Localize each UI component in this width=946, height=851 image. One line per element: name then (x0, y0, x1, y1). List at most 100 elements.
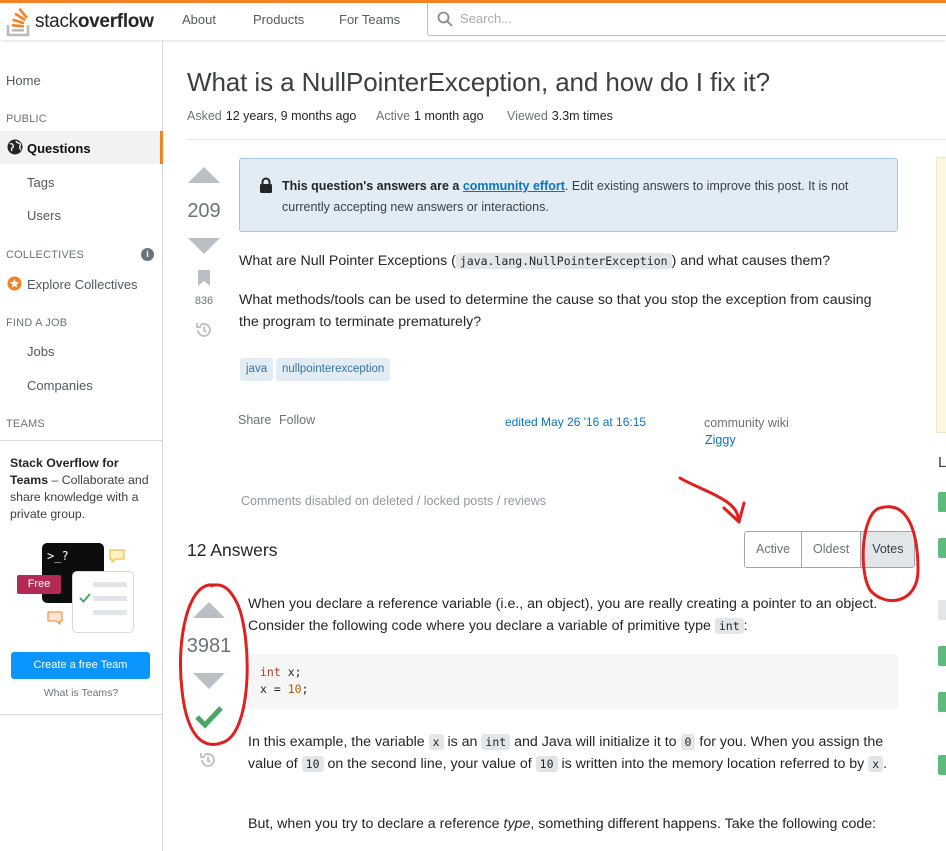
right-sidebar-marker (938, 692, 946, 712)
q-p1-text-a: What are Null Pointer Exceptions ( (239, 253, 456, 269)
stack-logo-icon (6, 7, 30, 36)
a-p2-t6: is written into the memory location refe… (557, 756, 869, 772)
meta-asked-label: Asked (187, 109, 222, 123)
a-p3-t1: But, when you try to declare a reference (248, 816, 504, 832)
sidebar-item-home[interactable]: Home (6, 73, 41, 88)
question-title[interactable]: What is a NullPointerException, and how … (187, 67, 770, 98)
nav-about[interactable]: About (182, 3, 216, 40)
left-sidebar: Home PUBLIC Questions Tags Users COLLECT… (0, 40, 163, 851)
a-p2-c1: x (428, 734, 444, 750)
sidebar-heading-teams: TEAMS (6, 418, 45, 430)
tag-nullpointerexception[interactable]: nullpointerexception (276, 358, 391, 381)
a-p1-text: When you declare a reference variable (i… (248, 596, 878, 634)
code-line-2-post: ; (301, 682, 309, 696)
sidebar-item-tags[interactable]: Tags (27, 175, 54, 190)
wiki-user-link[interactable]: Ziggy (705, 433, 736, 447)
globe-icon (7, 139, 23, 155)
nav-for-teams[interactable]: For Teams (339, 3, 400, 40)
a-p2-c2: int (481, 734, 511, 750)
answer-downvote-button[interactable] (193, 673, 225, 689)
a-p3-emphasis: type (503, 816, 531, 832)
comments-disabled-note: Comments disabled on deleted / locked po… (241, 494, 547, 508)
right-sidebar-marker (938, 492, 946, 512)
check-icon (79, 593, 91, 603)
question-upvote-button[interactable] (188, 167, 220, 183)
a-p1-tail: : (743, 618, 748, 634)
search-placeholder: Search... (460, 11, 513, 26)
sidebar-item-jobs[interactable]: Jobs (27, 344, 54, 359)
question-paragraph-2: What methods/tools can be used to determ… (239, 292, 872, 330)
question-vote-count: 209 (187, 200, 221, 222)
notice-text: This question's answers are a community … (282, 176, 872, 218)
sidebar-heading-public: PUBLIC (6, 113, 47, 125)
bookmark-count: 836 (194, 295, 214, 307)
right-sidebar-heading: L (938, 454, 946, 471)
a-p2-c6: x (868, 756, 884, 772)
community-wiki-label: community wiki (704, 416, 789, 430)
code-line-2: x = 10; (260, 682, 309, 696)
sort-active-button[interactable]: Active (745, 532, 803, 567)
meta-active: Active 1 month ago (376, 109, 484, 123)
search-input[interactable]: Search... (427, 3, 946, 36)
code-number: 10 (287, 682, 302, 696)
bookmark-icon[interactable] (197, 270, 211, 286)
share-link[interactable]: Share (238, 413, 271, 427)
follow-link[interactable]: Follow (279, 413, 315, 427)
code-block: int x; x = 10; (248, 654, 898, 709)
search-icon (437, 11, 453, 27)
sidebar-item-companies[interactable]: Companies (27, 378, 93, 393)
meta-viewed: Viewed 3.3m times (507, 109, 613, 123)
nav-products[interactable]: Products (253, 3, 304, 40)
annotation-arrow-head (722, 501, 746, 524)
checklist-graphic (72, 571, 134, 633)
code-line-1-rest: x; (280, 665, 302, 679)
create-team-button[interactable]: Create a free Team (11, 652, 150, 679)
a-p2-t1: In this example, the variable (248, 734, 429, 750)
a-p1-code: int (714, 618, 744, 634)
history-icon[interactable] (194, 320, 214, 340)
answer-history-icon[interactable] (198, 750, 218, 770)
right-sidebar-marker (938, 646, 946, 666)
meta-active-value[interactable]: 1 month ago (414, 109, 484, 123)
sort-votes-button[interactable]: Votes (861, 532, 915, 567)
code-line-1: int x; (260, 665, 302, 679)
annotation-arrow-line (678, 476, 740, 522)
answer-paragraph-3: But, when you try to declare a reference… (248, 813, 898, 835)
a-p3-t2: , something different happens. Take the … (530, 816, 877, 832)
info-icon[interactable]: i (141, 248, 154, 261)
sort-oldest-button[interactable]: Oldest (802, 532, 862, 567)
chat-bubble-icon (109, 549, 125, 563)
question-paragraph-1: What are Null Pointer Exceptions (java.l… (239, 250, 899, 272)
right-sidebar-marker (938, 600, 946, 620)
lock-icon (260, 177, 272, 193)
what-is-teams-link[interactable]: What is Teams? (0, 687, 162, 699)
a-p2-t7: . (883, 756, 888, 772)
a-p2-t5: on the second line, your value of (323, 756, 536, 772)
community-effort-link[interactable]: community effort (463, 179, 565, 193)
tag-java[interactable]: java (240, 358, 274, 381)
sidebar-item-explore-collectives[interactable]: Explore Collectives (27, 277, 138, 292)
q-p1-text-b: ) and what causes them? (671, 253, 831, 269)
sidebar-item-users[interactable]: Users (27, 208, 61, 223)
answer-upvote-button[interactable] (193, 602, 225, 618)
right-sidebar-marker (938, 538, 946, 558)
top-bar: stackoverflow About Products For Teams S… (0, 0, 946, 40)
a-p2-t2: is an (443, 734, 482, 750)
logo-text-regular: stack (35, 10, 78, 32)
sidebar-heading-collectives: COLLECTIVES (6, 249, 85, 261)
answer-paragraph-1: When you declare a reference variable (i… (248, 593, 898, 637)
site-logo[interactable]: stackoverflow (6, 3, 154, 40)
meta-asked-value: 12 years, 9 months ago (225, 109, 357, 123)
header-divider (187, 139, 946, 140)
question-downvote-button[interactable] (188, 238, 220, 254)
community-effort-notice: This question's answers are a community … (239, 158, 898, 232)
free-badge: Free (17, 575, 61, 594)
a-p2-c5: 10 (535, 756, 558, 772)
teams-promo: Stack Overflow for Teams – Collaborate a… (0, 440, 162, 715)
logo-text-bold: overflow (77, 10, 154, 32)
teams-promo-text: Stack Overflow for Teams – Collaborate a… (10, 455, 150, 523)
code-keyword: int (260, 665, 281, 679)
q-inline-code: java.lang.NullPointerException (455, 253, 672, 269)
meta-asked: Asked 12 years, 9 months ago (187, 109, 356, 123)
edited-timestamp[interactable]: edited May 26 '16 at 16:15 (505, 415, 646, 429)
